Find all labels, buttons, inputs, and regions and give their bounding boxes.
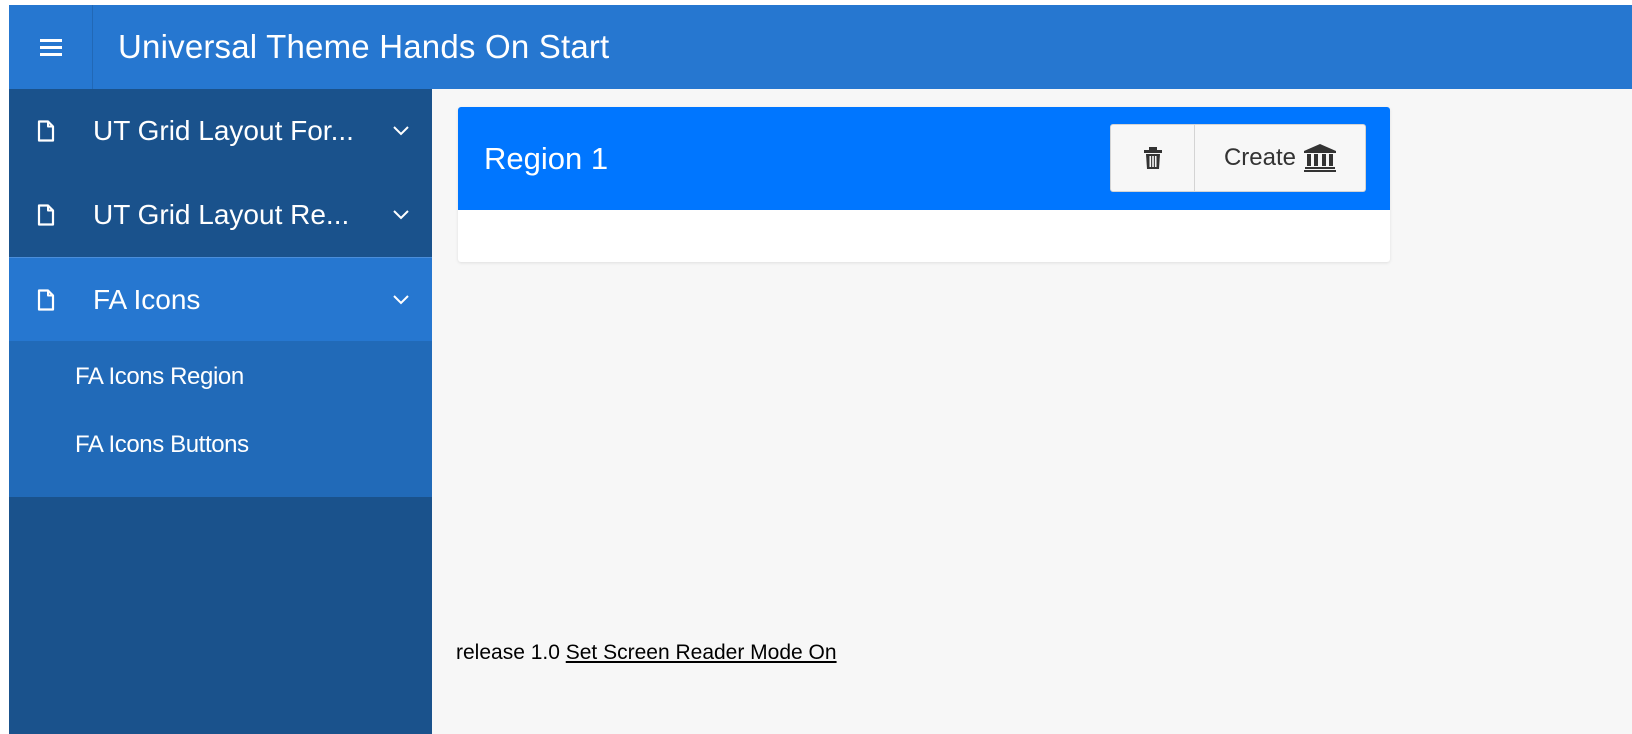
side-navigation: UT Grid Layout For... UT Grid Layout Re.…: [9, 89, 432, 734]
app-title: Universal Theme Hands On Start: [118, 28, 610, 65]
chevron-down-icon[interactable]: [392, 209, 410, 221]
create-button[interactable]: Create: [1195, 124, 1366, 192]
region-title: Region 1: [484, 140, 609, 176]
region-header: Region 1 Create: [458, 107, 1390, 210]
page-footer: release 1.0 Set Screen Reader Mode On: [456, 641, 837, 665]
sidebar-item-label: FA Icons: [93, 283, 201, 315]
top-header: Universal Theme Hands On Start: [9, 5, 1632, 89]
create-button-label: Create: [1223, 144, 1297, 171]
hamburger-icon: [39, 38, 62, 56]
bank-icon: [1304, 144, 1337, 172]
sidebar-item-fa-icons[interactable]: FA Icons: [9, 257, 432, 341]
region-card: Region 1 Create: [458, 107, 1390, 262]
menu-toggle-button[interactable]: [9, 5, 93, 89]
sidebar-item-ut-grid-layout-re[interactable]: UT Grid Layout Re...: [9, 173, 432, 257]
trash-icon: [1143, 147, 1162, 169]
file-icon: [37, 204, 55, 226]
chevron-down-icon[interactable]: [392, 294, 410, 306]
sidebar-item-ut-grid-layout-for[interactable]: UT Grid Layout For...: [9, 89, 432, 173]
fa-icons-submenu: FA Icons Region FA Icons Buttons: [9, 341, 432, 497]
screen-reader-mode-link[interactable]: Set Screen Reader Mode On: [566, 641, 837, 664]
chevron-down-icon[interactable]: [392, 125, 410, 137]
file-icon: [37, 288, 55, 311]
sidebar-item-label: UT Grid Layout Re...: [93, 199, 350, 230]
sidebar-subitem-fa-icons-region[interactable]: FA Icons Region: [9, 343, 432, 411]
app-frame: Universal Theme Hands On Start UT Grid L…: [9, 5, 1632, 734]
sidebar-subitem-fa-icons-buttons[interactable]: FA Icons Buttons: [9, 411, 432, 479]
file-icon: [37, 120, 55, 142]
release-text: release 1.0: [456, 641, 560, 664]
region-button-group: Create: [1110, 124, 1366, 192]
sidebar-item-label: UT Grid Layout For...: [93, 115, 354, 146]
delete-button[interactable]: [1110, 124, 1195, 192]
